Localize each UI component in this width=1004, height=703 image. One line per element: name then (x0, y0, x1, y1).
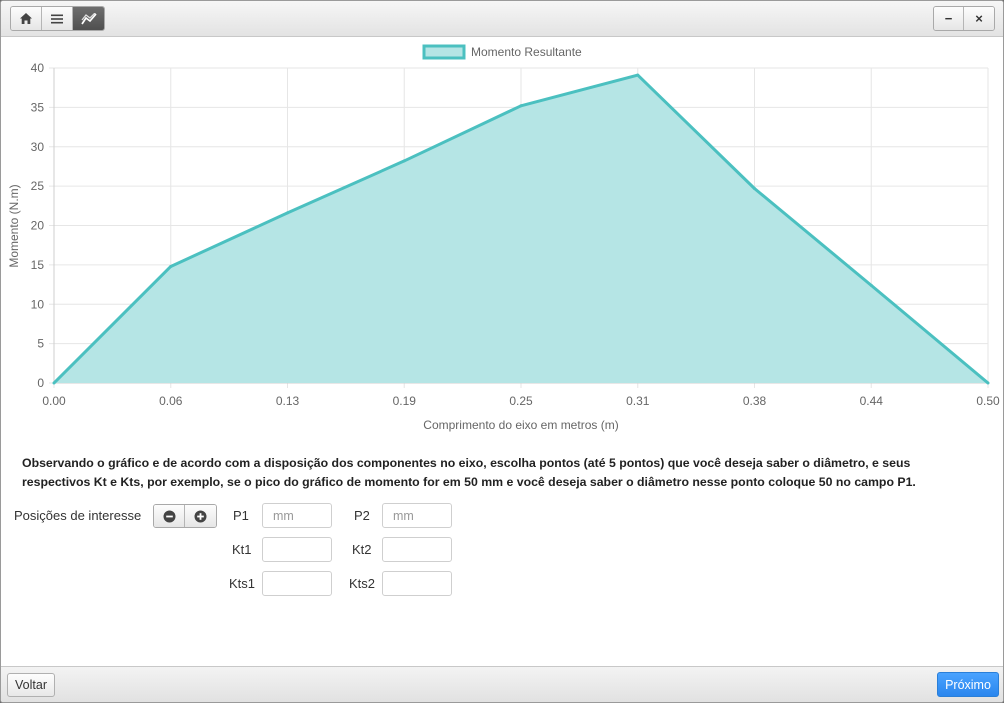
home-button[interactable] (11, 7, 42, 30)
minimize-button[interactable]: − (934, 7, 964, 30)
kts2-label: Kts2 (349, 576, 376, 591)
positions-stepper (153, 504, 217, 528)
x-tick-label: 0.25 (509, 394, 533, 408)
back-button[interactable]: Voltar (7, 673, 55, 697)
positions-label: Posições de interesse (14, 508, 142, 523)
data-point[interactable] (169, 264, 173, 268)
x-tick-label: 0.13 (276, 394, 300, 408)
data-point[interactable] (986, 381, 990, 385)
menu-button[interactable] (42, 7, 73, 30)
x-tick-label: 0.19 (393, 394, 417, 408)
add-position-button[interactable] (185, 505, 216, 527)
chart-view-button[interactable] (73, 7, 104, 30)
p1-label: P1 (233, 508, 249, 523)
data-point[interactable] (52, 381, 56, 385)
y-tick-label: 20 (31, 219, 45, 233)
title-bar: − × (1, 1, 1003, 37)
x-tick-label: 0.31 (626, 394, 650, 408)
next-button[interactable]: Próximo (937, 672, 999, 697)
y-axis-title: Momento (N.m) (7, 184, 21, 267)
kt2-label: Kt2 (352, 542, 372, 557)
data-point[interactable] (519, 104, 523, 108)
remove-position-button[interactable] (154, 505, 185, 527)
moment-chart: 0.00 0.06 0.13 0.19 0.25 0.31 0.38 0.44 0.50 0 5 10… (1, 38, 1003, 438)
chart-icon (80, 12, 97, 24)
y-tick-label: 30 (31, 140, 45, 154)
y-tick-label: 0 (37, 376, 44, 390)
x-tick-label: 0.44 (860, 394, 884, 408)
view-switcher (10, 6, 105, 31)
x-tick-label: 0.50 (976, 394, 1000, 408)
y-tick-label: 5 (37, 337, 44, 351)
plus-circle-icon (194, 510, 207, 522)
data-point[interactable] (402, 159, 406, 163)
p2-label: P2 (354, 508, 370, 523)
app-window: − × 0.00 0.06 0.13 0.19 0.25 0.31 0.38 0.44 0.50… (0, 0, 1004, 703)
y-tick-label: 35 (31, 100, 45, 114)
data-point[interactable] (286, 211, 289, 215)
kt1-label: Kt1 (232, 542, 252, 557)
p1-input[interactable] (262, 503, 332, 528)
close-button[interactable]: × (964, 7, 994, 30)
legend-swatch[interactable] (422, 44, 466, 60)
kts1-label: Kts1 (229, 576, 256, 591)
instructions-text: Observando o gráfico e de acordo com a d… (22, 456, 916, 489)
x-tick-label: 0.00 (42, 394, 66, 408)
minus-circle-icon (163, 510, 175, 522)
kts1-input[interactable] (262, 571, 332, 596)
y-tick-label: 40 (31, 61, 45, 75)
x-axis-title: Comprimento do eixo em metros (m) (423, 418, 618, 432)
menu-icon (51, 14, 63, 23)
data-point[interactable] (869, 283, 873, 287)
p2-input[interactable] (382, 503, 452, 528)
chart-svg: 0.00 0.06 0.13 0.19 0.25 0.31 0.38 0.44 0.50 0 5 10… (7, 44, 1000, 432)
legend-label: Momento Resultante (471, 45, 582, 59)
series-area-fill (54, 75, 988, 384)
kt1-input[interactable] (262, 537, 332, 562)
data-point[interactable] (636, 73, 640, 77)
x-tick-label: 0.38 (743, 394, 767, 408)
data-point[interactable] (753, 186, 756, 190)
x-tick-label: 0.06 (159, 394, 183, 408)
kts2-input[interactable] (382, 571, 452, 596)
home-icon (20, 13, 32, 24)
window-controls: − × (933, 6, 995, 31)
y-tick-label: 10 (31, 297, 45, 311)
footer-bar: Voltar Próximo (1, 666, 1003, 702)
y-tick-label: 25 (31, 179, 45, 193)
kt2-input[interactable] (382, 537, 452, 562)
y-tick-label: 15 (31, 258, 45, 272)
